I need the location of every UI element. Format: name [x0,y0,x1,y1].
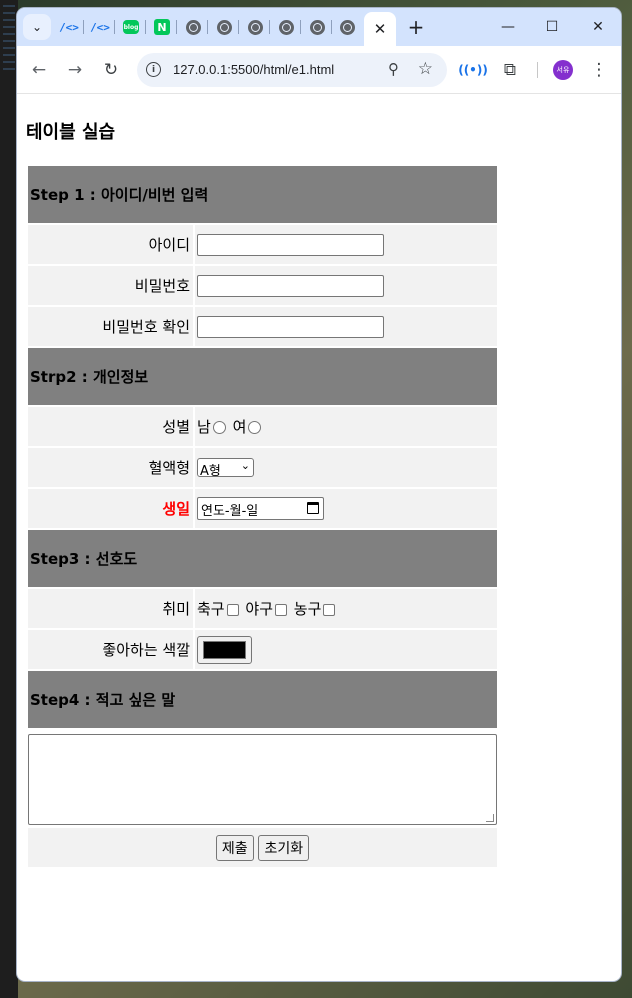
globe-icon [185,19,201,35]
globe-icon [216,19,232,35]
hobby-soccer-label: 축구 [197,600,225,618]
back-button[interactable]: ← [27,58,51,82]
globe-icon [278,19,294,35]
site-info-icon[interactable]: i [146,62,161,77]
hobby-soccer-checkbox[interactable] [226,603,239,616]
birthday-placeholder: 연도-월-일 [201,504,259,519]
gender-male-label: 남 [197,418,211,436]
hobby-basketball-label: 농구 [293,600,322,618]
tab-globe-6[interactable] [333,16,361,38]
browser-window: ⌄ /<> /<> blog N ✕ + — ☐ ✕ ← → ↻ i 127.0… [17,8,621,981]
message-textarea[interactable] [28,733,497,825]
favorite-color-label: 좋아하는 색깔 [28,630,193,669]
tab-globe-4[interactable] [272,16,301,38]
globe-icon [309,19,325,35]
window-close-button[interactable]: ✕ [575,14,621,40]
globe-icon [247,19,263,35]
calendar-icon[interactable] [307,502,319,514]
forward-button[interactable]: → [63,58,87,82]
color-swatch [203,640,246,659]
more-menu-icon[interactable]: ⋮ [587,58,611,82]
blood-type-value: A형 [200,464,221,479]
new-tab-button[interactable]: + [404,15,428,39]
page-title: 테이블 실습 [26,122,116,143]
submit-button[interactable]: 제출 [215,834,254,861]
naver-icon: N [154,19,170,35]
chevron-down-icon: ⌄ [31,20,43,34]
toolbar-divider [537,62,538,78]
bookmark-star-icon[interactable]: ☆ [418,59,433,79]
globe-icon [339,19,355,35]
hobby-basketball-checkbox[interactable] [323,603,336,616]
profile-avatar[interactable]: 서유 [553,60,573,80]
tab-code-2[interactable]: /<> [86,16,115,38]
extensions-puzzle-icon[interactable]: ⧉ [498,58,522,82]
background-editor-strip [0,0,18,998]
id-label: 아이디 [28,225,193,264]
blog-icon: blog [123,20,139,34]
id-input[interactable] [197,233,384,256]
section-step1-header: Step 1 : 아이디/비번 입력 [28,166,497,223]
blood-type-label: 혈액형 [28,448,193,487]
tab-code-1[interactable]: /<> [55,16,84,38]
password-confirm-input[interactable] [197,315,384,338]
tab-globe-3[interactable] [241,16,270,38]
password-label: 비밀번호 [28,266,193,305]
section-step4-header: Step4 : 적고 싶은 말 [28,671,497,728]
tab-strip: ⌄ /<> /<> blog N ✕ + — ☐ ✕ [17,8,621,46]
gender-male-radio[interactable] [212,421,226,434]
tab-blog[interactable]: blog [117,16,146,38]
url-text[interactable]: 127.0.0.1:5500/html/e1.html [173,62,334,77]
code-icon: /<> [90,20,110,34]
hobby-baseball-checkbox[interactable] [275,603,287,616]
blood-type-select[interactable]: A형 ⌄ [197,458,254,479]
tab-active[interactable]: ✕ [364,12,396,46]
tab-globe-2[interactable] [210,16,239,38]
gender-female-radio[interactable] [248,421,262,434]
code-icon: /<> [59,20,79,34]
close-icon[interactable]: ✕ [374,20,387,38]
zoom-icon[interactable]: ⚲ [388,60,399,78]
password-confirm-label: 비밀번호 확인 [28,307,193,346]
hobby-label: 취미 [28,589,193,628]
tab-search-button[interactable]: ⌄ [23,14,51,40]
tab-globe-5[interactable] [303,16,332,38]
section-step2-header: Strp2 : 개인정보 [28,348,497,405]
password-input[interactable] [197,274,384,297]
birthday-label: 생일 [28,489,193,528]
color-picker-input[interactable] [197,635,252,664]
reload-button[interactable]: ↻ [99,58,123,82]
minimize-button[interactable]: — [485,14,531,40]
chevron-down-icon: ⌄ [240,459,250,472]
tab-globe-1[interactable] [179,16,208,38]
hobby-baseball-label: 야구 [245,600,273,618]
live-server-extension-icon[interactable]: ((•)) [458,58,488,82]
gender-label: 성별 [28,407,193,446]
address-bar[interactable]: i 127.0.0.1:5500/html/e1.html ⚲ ☆ [137,53,447,87]
browser-toolbar: ← → ↻ i 127.0.0.1:5500/html/e1.html ⚲ ☆ … [17,46,621,94]
maximize-button[interactable]: ☐ [529,14,575,40]
tab-naver[interactable]: N [148,16,177,38]
section-step3-header: Step3 : 선호도 [28,530,497,587]
form-table: Step 1 : 아이디/비번 입력 아이디 비밀번호 비밀번호 확인 Strp… [26,164,499,869]
resize-grip-icon[interactable] [486,813,494,822]
reset-button[interactable]: 초기화 [258,834,310,861]
birthday-date-input[interactable]: 연도-월-일 [197,497,324,520]
gender-female-label: 여 [232,418,247,436]
